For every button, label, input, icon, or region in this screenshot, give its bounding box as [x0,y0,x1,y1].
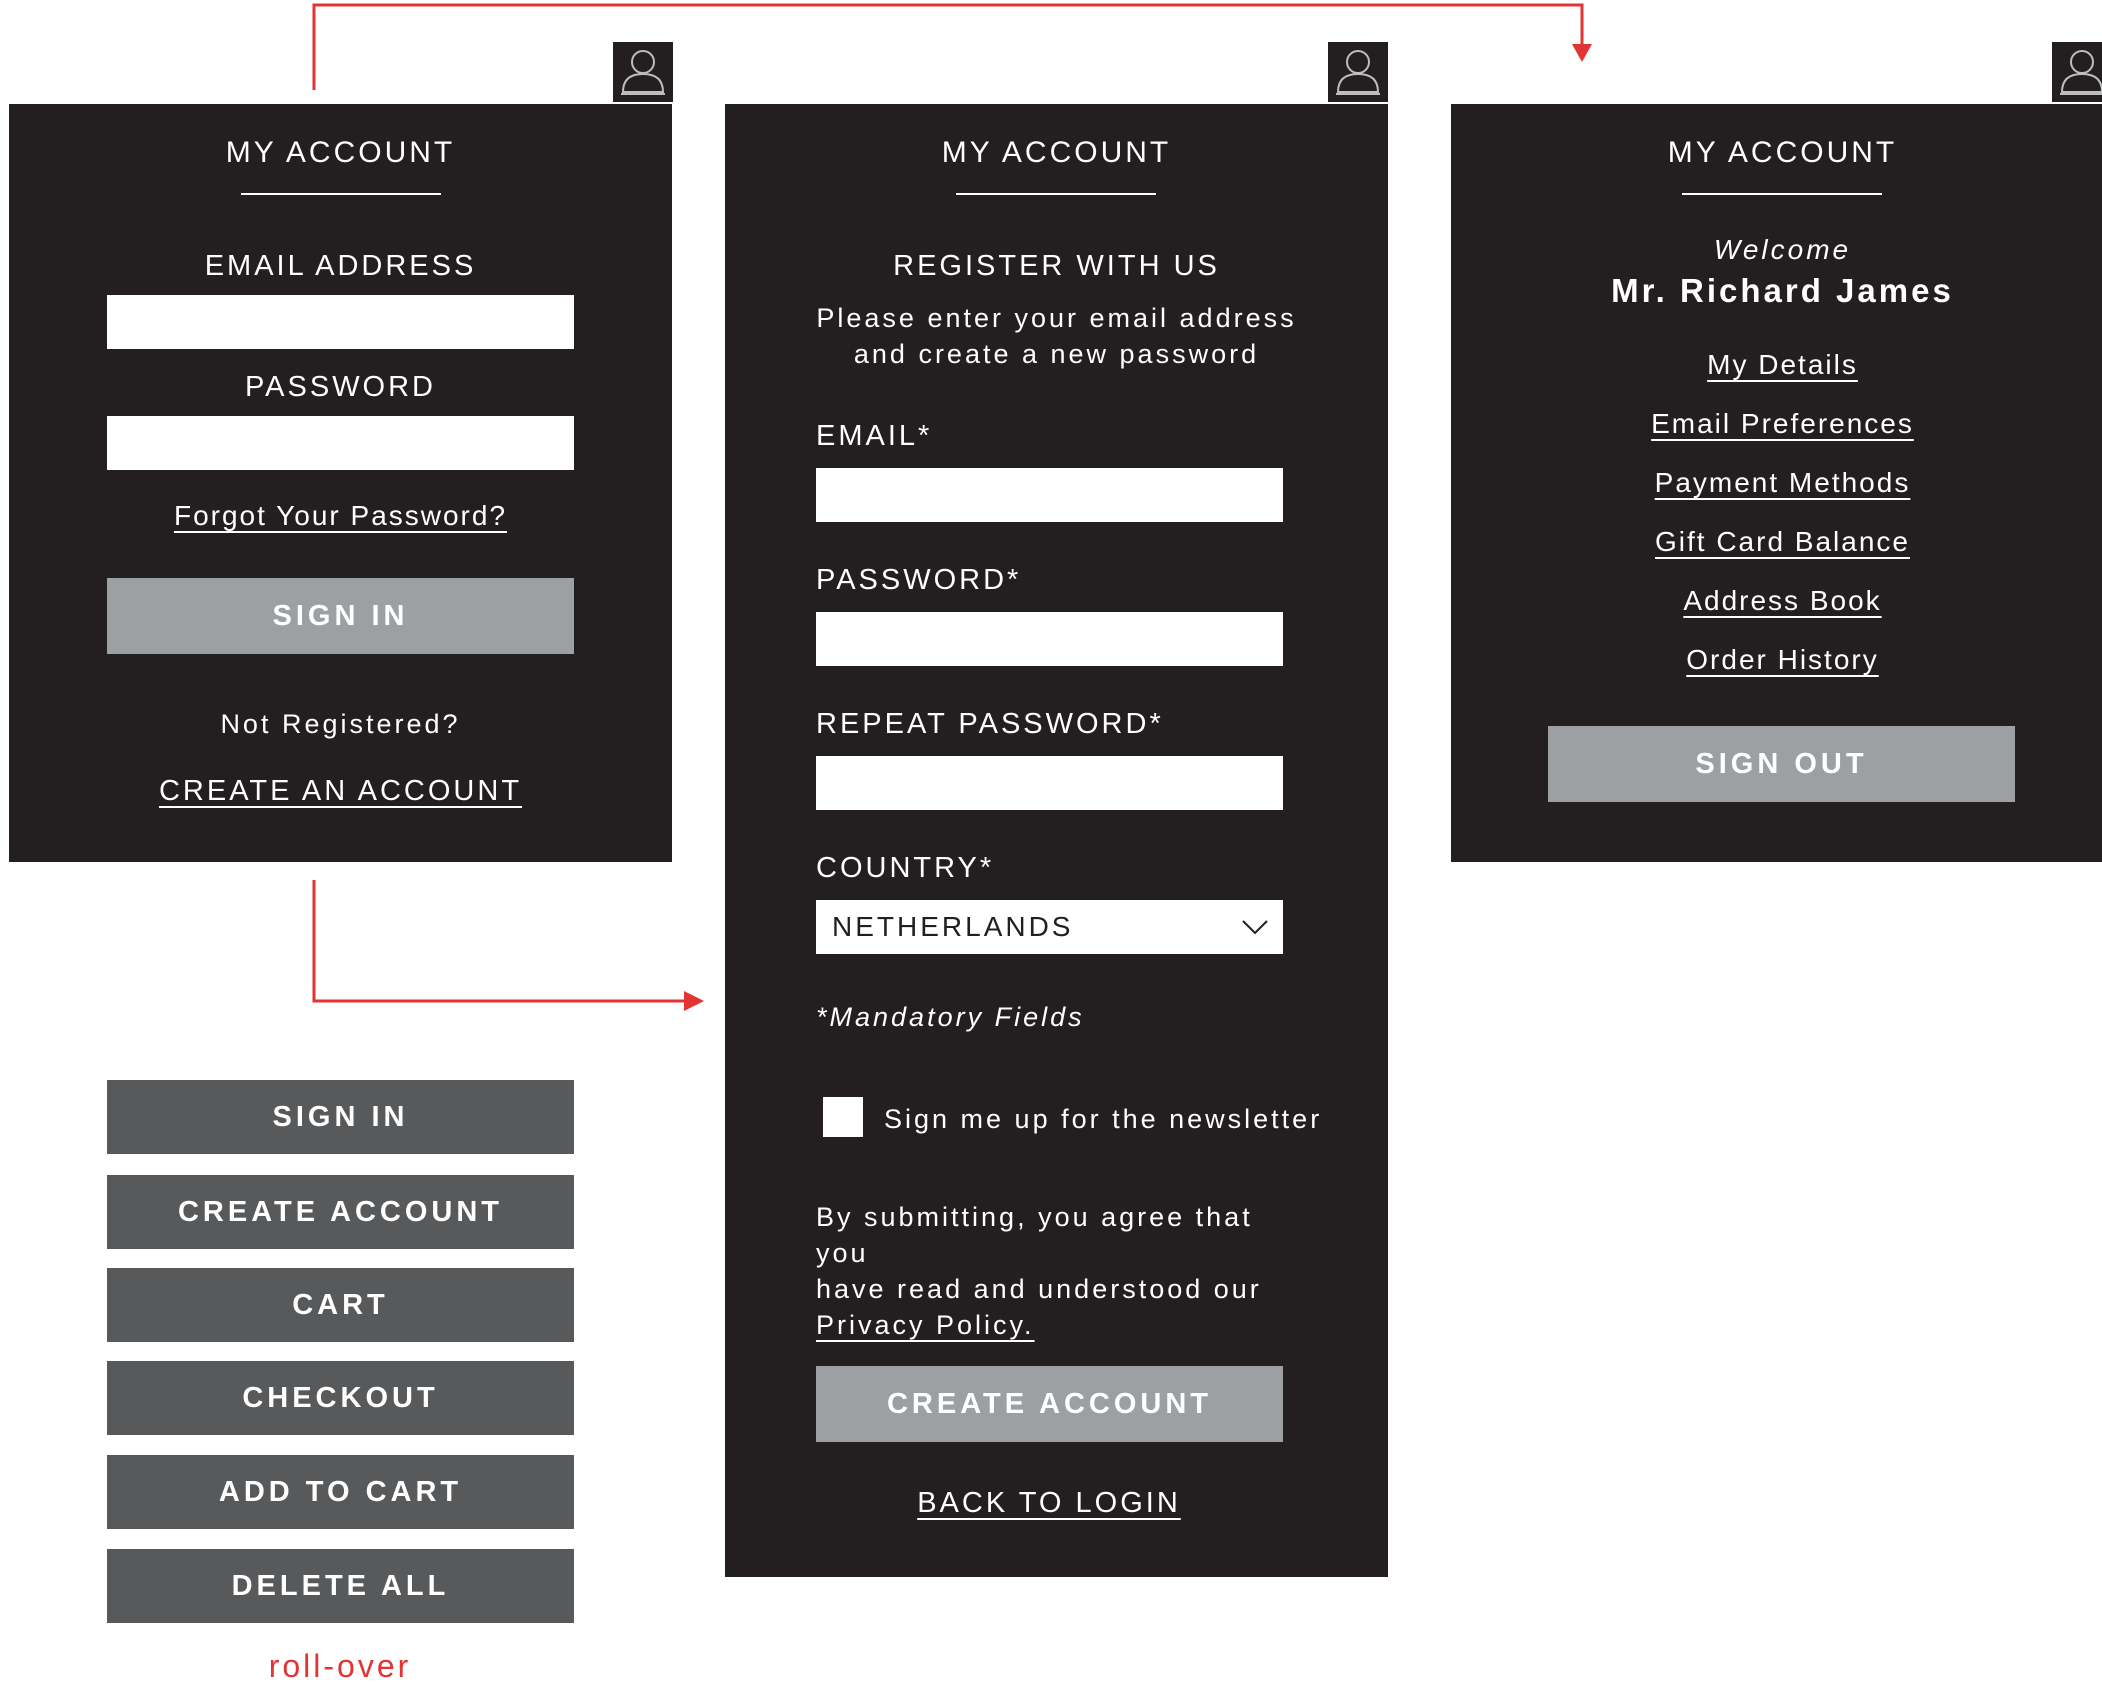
country-select[interactable]: NETHERLANDS [816,900,1283,954]
my-details-link[interactable]: My Details [1707,349,1858,380]
register-intro-line1: Please enter your email address [816,303,1297,333]
welcome-text: Welcome [1713,234,1852,265]
payment-methods-link[interactable]: Payment Methods [1655,467,1911,498]
chevron-down-icon [1241,914,1269,946]
repeat-password-field[interactable] [816,756,1283,810]
agreement-text: By submitting, you agree that you have r… [816,1199,1286,1343]
signin-panel [9,104,672,862]
repeat-password-label: REPEAT PASSWORD* [816,708,1164,740]
arrowhead-down [1572,44,1592,62]
back-to-login-link[interactable]: BACK TO LOGIN [917,1487,1181,1519]
newsletter-checkbox[interactable] [823,1097,863,1137]
forgot-password-link[interactable]: Forgot Your Password? [174,500,507,531]
sign-in-button[interactable]: SIGN IN [107,578,574,654]
register-heading: REGISTER WITH US [893,250,1220,282]
register-intro: Please enter your email address and crea… [725,300,1388,372]
user-icon[interactable] [2052,42,2102,102]
user-icon[interactable] [613,42,673,102]
create-account-button[interactable]: CREATE ACCOUNT [816,1366,1283,1442]
country-selected-value: NETHERLANDS [832,911,1074,942]
arrowhead-right [684,991,704,1011]
mandatory-note: *Mandatory Fields [816,1002,1085,1032]
signin-title: MY ACCOUNT [225,136,456,169]
rollover-caption: roll-over [268,1648,412,1684]
rollover-cart-button[interactable]: CART [107,1268,574,1342]
country-label: COUNTRY* [816,852,995,884]
register-email-field[interactable] [816,468,1283,522]
sign-out-button[interactable]: SIGN OUT [1548,726,2015,802]
register-intro-line2: and create a new password [853,339,1260,369]
privacy-policy-link[interactable]: Privacy Policy. [816,1310,1035,1340]
agreement-line1: By submitting, you agree that you [816,1202,1253,1268]
register-title-divider [956,193,1156,195]
rollover-sign-in-button[interactable]: SIGN IN [107,1080,574,1154]
address-book-link[interactable]: Address Book [1683,585,1881,616]
register-email-label: EMAIL* [816,420,933,452]
rollover-checkout-button[interactable]: CHECKOUT [107,1361,574,1435]
newsletter-label[interactable]: Sign me up for the newsletter [884,1101,1322,1137]
user-name: Mr. Richard James [1611,272,1954,309]
flow-arrow-to-register [312,880,690,1003]
rollover-delete-all-button[interactable]: DELETE ALL [107,1549,574,1623]
agreement-line2: have read and understood our [816,1274,1262,1304]
register-password-label: PASSWORD* [816,564,1022,596]
account-title: MY ACCOUNT [1667,136,1898,169]
create-account-link[interactable]: CREATE AN ACCOUNT [159,775,522,807]
email-address-label: EMAIL ADDRESS [204,250,477,282]
signin-password-field[interactable] [107,416,574,470]
account-title-divider [1682,193,1882,195]
email-preferences-link[interactable]: Email Preferences [1651,408,1914,439]
flow-arrow-to-account [312,3,1584,90]
signin-email-field[interactable] [107,295,574,349]
password-label: PASSWORD [244,371,437,403]
rollover-create-account-button[interactable]: CREATE ACCOUNT [107,1175,574,1249]
not-registered-text: Not Registered? [220,709,461,739]
gift-card-balance-link[interactable]: Gift Card Balance [1655,526,1910,557]
user-icon[interactable] [1328,42,1388,102]
order-history-link[interactable]: Order History [1686,644,1878,675]
rollover-add-to-cart-button[interactable]: ADD TO CART [107,1455,574,1529]
register-password-field[interactable] [816,612,1283,666]
register-title: MY ACCOUNT [941,136,1172,169]
signin-title-divider [241,193,441,195]
